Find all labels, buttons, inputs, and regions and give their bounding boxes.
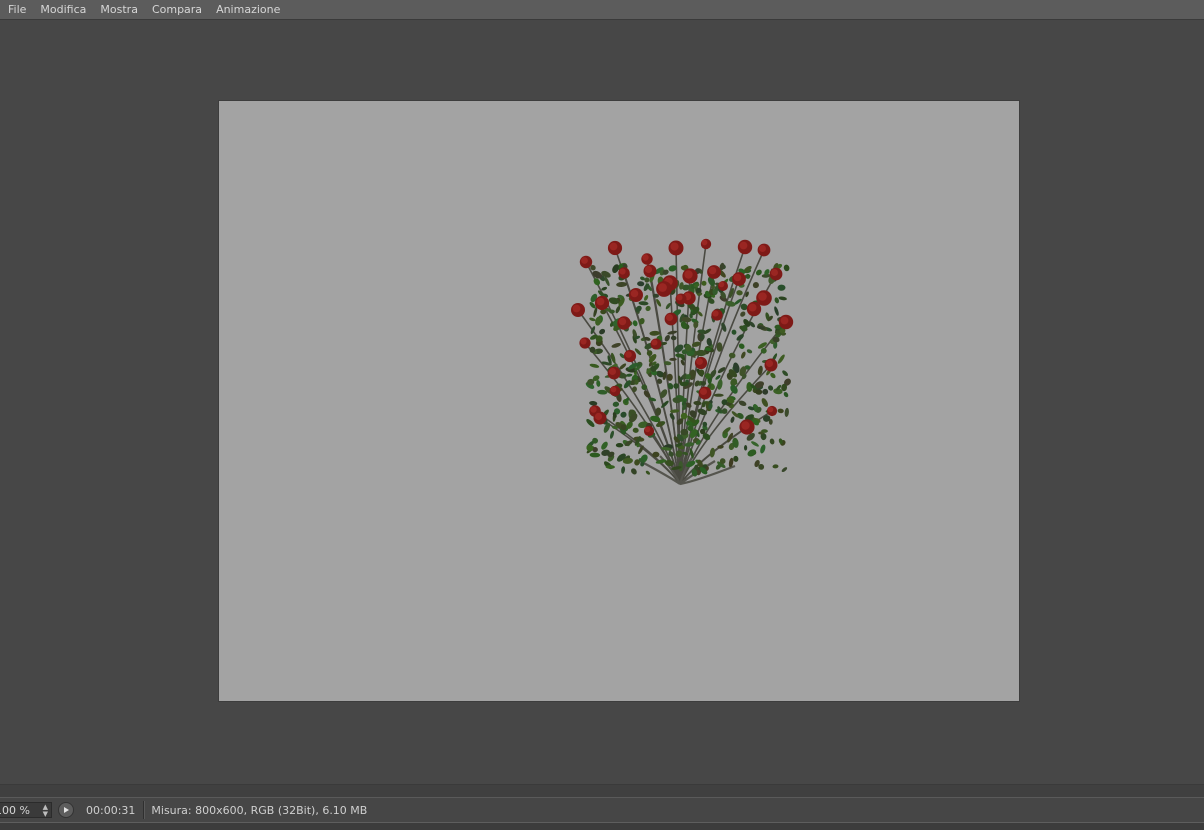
spinner-arrows-icon[interactable]: ▲ ▼: [43, 803, 48, 818]
menu-bar: File Modifica Mostra Compara Animazione: [0, 0, 1204, 20]
menu-mostra[interactable]: Mostra: [93, 0, 145, 19]
menu-animazione[interactable]: Animazione: [209, 0, 287, 19]
render-canvas[interactable]: [219, 101, 1019, 701]
menu-modifica[interactable]: Modifica: [33, 0, 93, 19]
status-divider: [0, 784, 1204, 797]
menu-compara[interactable]: Compara: [145, 0, 209, 19]
render-workspace: [0, 20, 1204, 784]
render-timecode: 00:00:31: [86, 803, 136, 817]
status-bar: 100 % ▲▼ 00:00:31 Misura: 800x600, RGB (…: [0, 797, 1204, 823]
zoom-field[interactable]: 100 % ▲▼: [0, 802, 52, 818]
play-button[interactable]: [58, 802, 74, 818]
status-separator: [143, 801, 146, 819]
image-info: Misura: 800x600, RGB (32Bit), 6.10 MB: [151, 803, 368, 817]
zoom-value: 100 %: [0, 804, 30, 817]
rose-bush-image: [571, 238, 794, 486]
menu-file[interactable]: File: [0, 0, 33, 19]
play-icon: [64, 807, 69, 813]
